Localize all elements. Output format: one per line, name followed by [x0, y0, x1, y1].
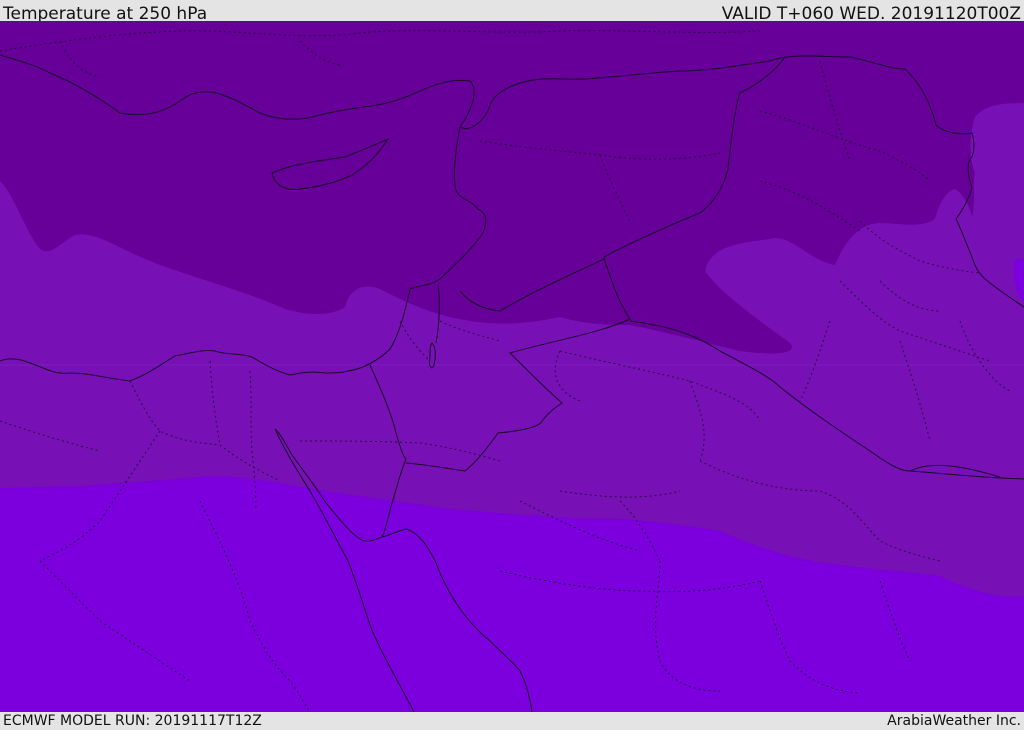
temperature-map — [0, 21, 1024, 712]
provider-credit: ArabiaWeather Inc. — [887, 713, 1021, 729]
model-run: ECMWF MODEL RUN: 20191117T12Z — [3, 713, 262, 729]
map-header: Temperature at 250 hPa VALID T+060 WED. … — [0, 0, 1024, 24]
map-canvas — [0, 21, 1024, 712]
map-footer: ECMWF MODEL RUN: 20191117T12Z ArabiaWeat… — [0, 712, 1024, 729]
